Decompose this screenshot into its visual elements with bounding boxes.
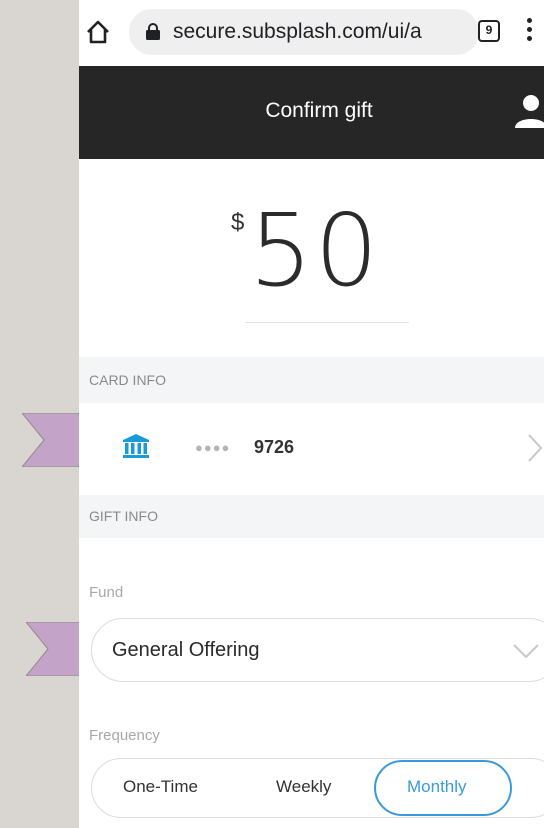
masked-card-dots: ●●●● <box>195 440 231 455</box>
chevron-down-icon <box>513 644 539 659</box>
page-title: Confirm gift <box>265 99 373 122</box>
lock-icon <box>146 23 160 40</box>
user-icon[interactable] <box>515 92 544 132</box>
gift-info-body: Fund General Offering Frequency One-Time… <box>79 538 544 828</box>
currency-symbol: $ <box>231 209 245 236</box>
phone-screen: secure.subsplash.com/ui/a 9 Confirm gift… <box>79 0 544 828</box>
fund-label: Fund <box>89 584 124 601</box>
frequency-label: Frequency <box>89 727 160 744</box>
amount-underline <box>245 322 409 323</box>
frequency-option-one-time[interactable]: One-Time <box>123 777 198 797</box>
app-header: Confirm gift <box>79 66 544 159</box>
card-last4: 9726 <box>254 437 295 457</box>
frequency-selector: One-Time Weekly Monthly <box>91 758 544 818</box>
card-info-label: CARD INFO <box>89 372 166 388</box>
card-info-header: CARD INFO <box>79 357 544 403</box>
payment-method-row[interactable]: ●●●● 9726 <box>79 403 544 495</box>
amount-value: 50 <box>249 192 381 309</box>
gift-info-header: GIFT INFO <box>79 495 544 538</box>
address-bar[interactable]: secure.subsplash.com/ui/a <box>129 9 479 55</box>
tab-switcher-icon[interactable]: 9 <box>478 20 500 42</box>
amount-display[interactable]: $ 50 <box>79 159 544 357</box>
url-text: secure.subsplash.com/ui/a <box>173 20 422 43</box>
chevron-right-icon <box>528 434 543 462</box>
frequency-monthly-label: Monthly <box>407 777 467 796</box>
browser-bar: secure.subsplash.com/ui/a 9 <box>79 0 544 66</box>
frequency-option-weekly[interactable]: Weekly <box>276 777 331 797</box>
home-icon[interactable] <box>85 19 111 45</box>
fund-value: General Offering <box>112 639 260 661</box>
fund-select[interactable]: General Offering <box>91 618 544 682</box>
more-menu-icon[interactable] <box>525 18 533 44</box>
bank-icon <box>123 434 149 458</box>
gift-info-label: GIFT INFO <box>89 508 158 524</box>
